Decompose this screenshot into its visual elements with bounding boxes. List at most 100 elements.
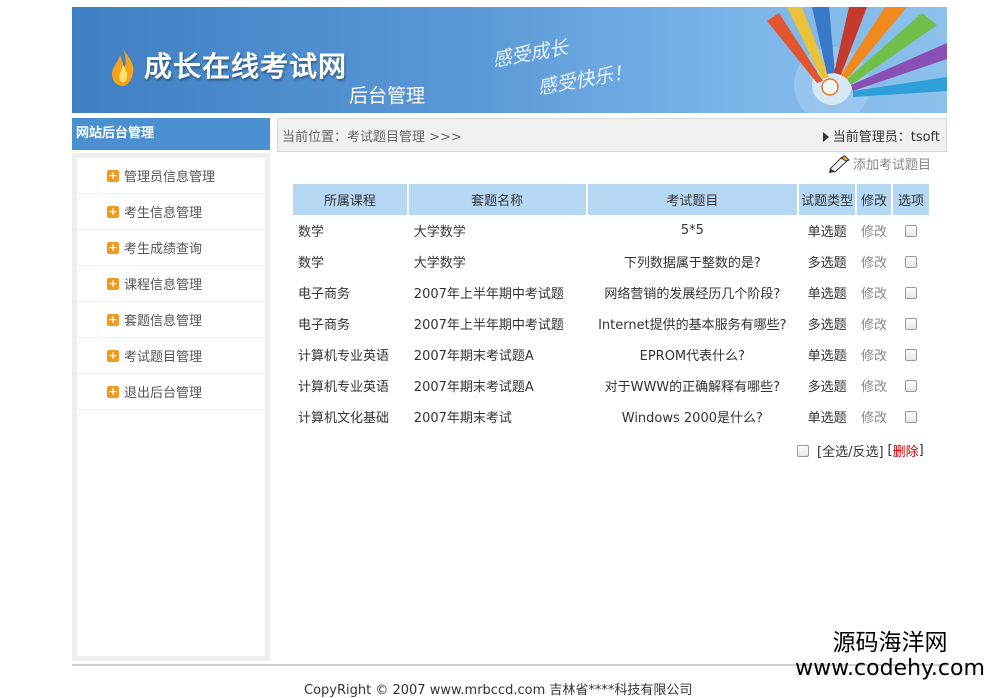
cell-select: [893, 339, 929, 370]
cell-question: 下列数据属于整数的是?: [623, 256, 761, 271]
breadcrumb-bar: 当前位置：考试题目管理 >>> 当前管理员：tsoft: [277, 118, 947, 152]
table-row: 计算机专业英语 2007年期末考试题A 对于WWW的正确解释有哪些? 多选题 修…: [293, 370, 929, 401]
column-header-edit: 修改: [857, 184, 892, 215]
delete-button[interactable]: 删除: [893, 441, 919, 460]
cell-set: 大学数学: [413, 225, 466, 240]
cell-course: 数学: [298, 256, 325, 271]
table-row: 计算机专业英语 2007年期末考试题A EPROM代表什么? 单选题 修改: [293, 339, 929, 370]
table-row: 电子商务 2007年上半年期中考试题 网络营销的发展经历几个阶段? 单选题 修改: [293, 277, 929, 308]
sidebar-item-label: 套题信息管理: [124, 314, 203, 329]
row-checkbox[interactable]: [905, 317, 918, 330]
edit-link[interactable]: 修改: [857, 370, 891, 401]
sidebar-item-exam-questions[interactable]: + 考试题目管理: [77, 338, 265, 374]
cell-course: 计算机专业英语: [298, 380, 390, 395]
edit-link[interactable]: 修改: [857, 277, 891, 308]
bracket-close: ]: [918, 443, 924, 458]
cell-set: 2007年上半年期中考试题: [413, 318, 564, 333]
row-checkbox[interactable]: [905, 255, 918, 268]
edit-link[interactable]: 修改: [857, 401, 891, 432]
plus-icon: +: [107, 348, 119, 362]
sidebar-menu: + 管理员信息管理 + 考生信息管理 + 考生成绩查询 + 课程信息管理 + 套…: [72, 153, 270, 661]
triangle-right-icon: [822, 131, 829, 142]
cell-select: [893, 401, 929, 432]
row-checkbox[interactable]: [905, 348, 918, 361]
watermark-line-2: www.codehy.com: [795, 656, 985, 681]
bulk-actions: [全选/反选] [ 删除 ]: [797, 441, 924, 460]
cell-type: 单选题: [807, 287, 847, 302]
table-row: 数学 大学数学 下列数据属于整数的是? 多选题 修改: [293, 246, 929, 277]
plus-icon: +: [107, 384, 119, 398]
cell-course: 电子商务: [298, 318, 351, 333]
edit-link[interactable]: 修改: [857, 308, 891, 339]
watermark-line-1: 源码海洋网: [832, 630, 948, 656]
sidebar-item-logout[interactable]: + 退出后台管理: [77, 374, 265, 410]
sidebar-item-label: 管理员信息管理: [124, 170, 216, 185]
slogan-line-1: 感受成长: [490, 36, 570, 72]
current-admin: 当前管理员：tsoft: [822, 126, 940, 145]
page-wrapper: 成长在线考试网 后台管理 感受成长 感受快乐！ 网站后台管理 + 管理员信息管理: [72, 7, 947, 698]
column-header-set: 套题名称: [408, 184, 586, 215]
edit-link[interactable]: 修改: [857, 215, 891, 246]
sidebar-item-label: 考生成绩查询: [124, 242, 203, 257]
cell-question: 网络营销的发展经历几个阶段?: [604, 287, 781, 302]
edit-link[interactable]: 修改: [857, 339, 891, 370]
row-checkbox[interactable]: [905, 410, 918, 423]
cell-question: Internet提供的基本服务有哪些?: [598, 318, 787, 333]
cell-set: 2007年期末考试题A: [413, 380, 534, 395]
add-question-link[interactable]: 添加考试题目: [828, 154, 931, 173]
cell-type: 单选题: [807, 411, 847, 426]
copyright-text: CopyRight © 2007 www.mrbccd.com 吉林省****科…: [304, 683, 693, 698]
cell-question: 对于WWW的正确解释有哪些?: [604, 380, 781, 395]
table-row: 电子商务 2007年上半年期中考试题 Internet提供的基本服务有哪些? 多…: [293, 308, 929, 339]
sidebar-item-label: 课程信息管理: [124, 278, 203, 293]
table-row: 计算机文化基础 2007年期末考试 Windows 2000是什么? 单选题 修…: [293, 401, 929, 432]
row-checkbox[interactable]: [905, 286, 918, 299]
edit-link[interactable]: 修改: [857, 246, 891, 277]
plus-icon: +: [107, 276, 119, 290]
plus-icon: +: [107, 312, 119, 326]
questions-table: 所属课程 套题名称 考试题目 试题类型 修改 选项 数学 大学数学 5*5 单选…: [291, 184, 931, 432]
banner-subtitle: 后台管理: [349, 85, 426, 107]
banner: 成长在线考试网 后台管理 感受成长 感受快乐！: [72, 7, 947, 113]
sidebar-item-score-query[interactable]: + 考生成绩查询: [77, 230, 265, 266]
sidebar-header: 网站后台管理: [72, 118, 270, 150]
select-all-toggle[interactable]: [全选/反选]: [817, 441, 884, 460]
breadcrumb: 当前位置：考试题目管理 >>>: [282, 129, 462, 145]
sidebar-item-question-set[interactable]: + 套题信息管理: [77, 302, 265, 338]
cell-type: 单选题: [807, 349, 847, 364]
cell-course: 计算机文化基础: [298, 411, 390, 426]
cell-type: 多选题: [807, 380, 847, 395]
plus-icon: +: [107, 168, 119, 182]
row-checkbox[interactable]: [905, 379, 918, 392]
site-title: 成长在线考试网: [144, 50, 348, 83]
sidebar-item-student-info[interactable]: + 考生信息管理: [77, 194, 265, 230]
flame-logo-icon: [112, 49, 134, 86]
sidebar-item-admin-info[interactable]: + 管理员信息管理: [77, 158, 265, 194]
sidebar-item-label: 考生信息管理: [124, 206, 203, 221]
color-pencils-illustration: [767, 7, 947, 113]
select-all-checkbox[interactable]: [797, 444, 809, 457]
column-header-select: 选项: [893, 184, 929, 215]
column-header-course: 所属课程: [293, 184, 407, 215]
cell-type: 多选题: [807, 318, 847, 333]
column-header-type: 试题类型: [799, 184, 856, 215]
table-header-row: 所属课程 套题名称 考试题目 试题类型 修改 选项: [293, 184, 929, 215]
row-checkbox[interactable]: [905, 224, 918, 237]
plus-icon: +: [107, 240, 119, 254]
sidebar-item-course-info[interactable]: + 课程信息管理: [77, 266, 265, 302]
sidebar-item-label: 退出后台管理: [124, 386, 203, 401]
cell-select: [893, 370, 929, 401]
cell-type: 单选题: [807, 225, 847, 240]
cell-question: 5*5: [680, 223, 704, 238]
pen-icon: [828, 154, 850, 173]
cell-course: 电子商务: [298, 287, 351, 302]
cell-select: [893, 246, 929, 277]
plus-icon: +: [107, 204, 119, 218]
cell-set: 2007年上半年期中考试题: [413, 287, 564, 302]
column-header-question: 考试题目: [587, 184, 798, 215]
table-row: 数学 大学数学 5*5 单选题 修改: [293, 215, 929, 246]
add-question-label: 添加考试题目: [852, 158, 931, 173]
cell-type: 多选题: [807, 256, 847, 271]
sidebar-item-label: 考试题目管理: [124, 350, 203, 365]
cell-set: 大学数学: [413, 256, 466, 271]
